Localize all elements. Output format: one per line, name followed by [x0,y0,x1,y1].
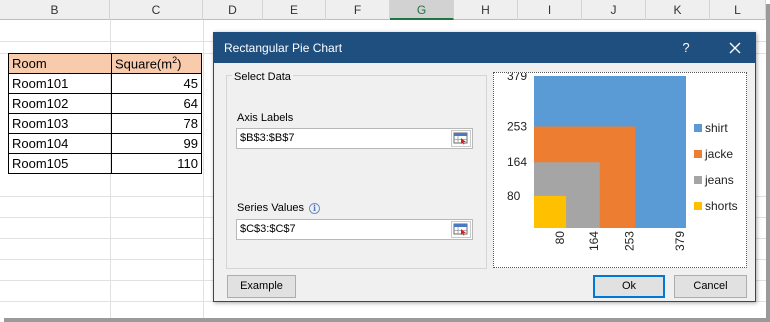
legend-swatch-jeans [694,176,702,184]
column-header-bar: B C D E F G H I J K L [0,0,766,20]
series-values-value: $C$3:$C$7 [240,223,296,235]
legend-swatch-jacke [694,150,702,158]
column-header-b[interactable]: B [0,0,110,20]
gridline [203,20,204,318]
room-cell[interactable]: Room103 [8,113,112,134]
chart-preview: 379 253 164 80 80 164 253 379 shirt jacke jeans sho… [493,69,747,268]
legend-label-shirt: shirt [705,121,728,135]
help-button[interactable]: ? [677,39,695,57]
table-row: Room105 110 [8,153,202,174]
column-header-h[interactable]: H [454,0,518,20]
select-data-label: Select Data [232,71,293,83]
value-cell[interactable]: 78 [111,113,202,134]
column-header-e[interactable]: E [263,0,326,20]
x-tick-label: 80 [553,231,567,245]
data-table: Room Square(m2) Room101 45 Room102 64 Ro… [8,53,202,174]
value-cell[interactable]: 45 [111,73,202,94]
table-row: Room103 78 [8,113,202,134]
series-values-range-button[interactable] [451,221,471,238]
x-tick-label: 164 [587,231,601,251]
axis-labels-range-button[interactable] [451,130,471,147]
axis-labels-label: Axis Labels [237,112,294,124]
drop-shadow [766,4,770,322]
column-header-j[interactable]: J [582,0,646,20]
ok-button[interactable]: Ok [593,275,665,298]
y-tick-label: 379 [507,73,527,83]
axis-labels-field[interactable]: $B$3:$B$7 [236,128,473,149]
room-cell[interactable]: Room101 [8,73,112,94]
table-row: Room101 45 [8,73,202,94]
value-cell[interactable]: 99 [111,133,202,154]
column-header-c[interactable]: C [110,0,203,20]
x-tick-label: 379 [673,231,687,251]
table-row: Room104 99 [8,133,202,154]
dialog-titlebar[interactable]: Rectangular Pie Chart ? [214,33,755,63]
legend-swatch-shorts [694,202,702,210]
column-header-k[interactable]: K [646,0,710,20]
value-cell[interactable]: 64 [111,93,202,114]
rectangular-pie-chart: 379 253 164 80 80 164 253 379 shirt jacke jeans sho… [507,69,738,251]
x-tick-label: 253 [622,231,636,251]
info-icon[interactable]: i [309,203,320,214]
table-header-row: Room Square(m2) [8,53,202,74]
column-header-i[interactable]: I [518,0,582,20]
room-cell[interactable]: Room105 [8,153,112,174]
axis-labels-value: $B$3:$B$7 [240,132,295,144]
square-header-close: ) [177,56,182,72]
range-select-icon [453,223,468,236]
column-header-g[interactable]: G [390,0,454,20]
close-button[interactable] [724,38,746,58]
dialog-title: Rectangular Pie Chart [224,41,343,55]
range-select-icon [453,132,468,145]
cancel-button[interactable]: Cancel [674,275,747,298]
legend-label-shorts: shorts [705,199,738,213]
example-button[interactable]: Example [227,275,296,298]
y-tick-label: 164 [507,155,527,169]
value-cell[interactable]: 110 [111,153,202,174]
header-cell-room[interactable]: Room [8,53,112,74]
room-cell[interactable]: Room104 [8,133,112,154]
drop-shadow [4,318,770,322]
y-tick-label: 80 [507,189,521,203]
column-header-f[interactable]: F [326,0,390,20]
legend-label-jeans: jeans [704,173,734,187]
legend-label-jacke: jacke [704,147,733,161]
series-values-label: Series Values [237,202,305,214]
room-cell[interactable]: Room102 [8,93,112,114]
square-header-text: Square(m [115,56,173,72]
y-tick-label: 253 [507,120,527,134]
legend-swatch-shirt [694,124,702,132]
rectangular-pie-chart-dialog: Rectangular Pie Chart ? Select Data Axis… [213,32,756,302]
header-cell-square[interactable]: Square(m2) [111,53,202,74]
series-values-field[interactable]: $C$3:$C$7 [236,219,473,240]
column-header-l[interactable]: L [710,0,766,20]
chart-square-shorts [534,195,567,228]
close-icon [729,42,741,54]
table-row: Room102 64 [8,93,202,114]
column-header-d[interactable]: D [203,0,263,20]
